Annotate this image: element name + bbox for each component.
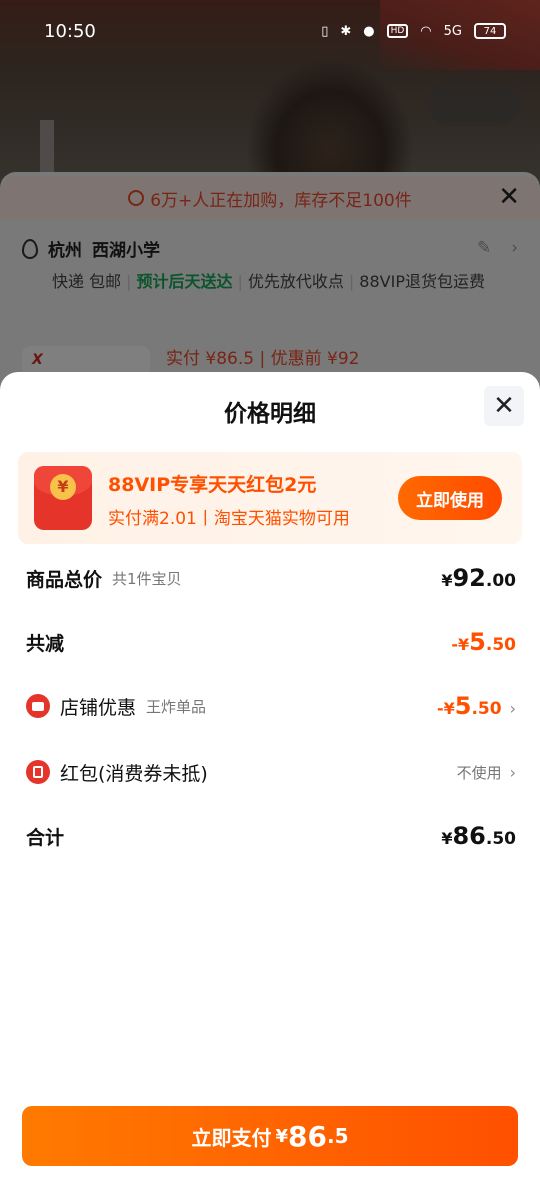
signal-icon: 5G [443,23,462,39]
chevron-right-icon: › [509,699,516,718]
total-price-label: 商品总价 [26,568,103,591]
grand-total-row: 合计 ¥86.50 [26,816,516,856]
grand-total-label: 合计 [26,826,65,849]
shop-discount-row[interactable]: 店铺优惠 王炸单品 -¥ 5.50 › [26,686,516,726]
bluetooth-icon: ✱ [340,23,352,39]
grand-total-value: ¥86.50 [441,822,516,850]
status-icons: ▯ ✱ ● HD ◠ 5G 74 [321,23,506,39]
red-packet-value: 不使用 › [456,762,516,782]
shop-discount-label: 店铺优惠 [60,696,137,719]
vip-coupon-banner[interactable]: ¥ 88VIP专享天天红包2元 实付满2.01丨淘宝天猫实物可用 立即使用 [18,452,522,544]
pay-now-label: 立即支付 [191,1125,272,1150]
item-count: 共1件宝贝 [112,569,182,588]
location-icon: ● [363,23,375,39]
price-detail-sheet: 价格明细 ✕ ¥ 88VIP专享天天红包2元 实付满2.01丨淘宝天猫实物可用 … [0,372,540,1188]
close-icon[interactable]: ✕ [484,386,524,426]
status-time: 10:50 [44,20,96,42]
vip-coupon-subtitle: 实付满2.01丨淘宝天猫实物可用 [108,509,350,529]
chevron-right-icon: › [509,762,516,782]
wifi-icon: ◠ [420,23,432,39]
sheet-title: 价格明细 [224,401,316,427]
total-price-value: ¥92.00 [441,564,516,592]
red-packet-row[interactable]: 红包(消费券未抵) 不使用 › [26,752,516,792]
vip-coupon-title: 88VIP专享天天红包2元 [108,474,317,496]
pay-now-button[interactable]: 立即支付 ¥86.5 [22,1106,518,1166]
battery-icon: 74 [474,23,506,39]
shop-discount-value: -¥ 5.50 › [436,692,516,720]
shop-icon [26,694,50,718]
vibrate-icon: ▯ [321,23,329,39]
red-packet-small-icon [26,760,50,784]
total-reduction-row: 共减 -¥ 5.50 [26,622,516,662]
shop-discount-sub: 王炸单品 [146,697,207,716]
status-bar: 10:50 ▯ ✱ ● HD ◠ 5G 74 [0,0,540,62]
red-packet-icon: ¥ [34,466,92,530]
total-reduction-label: 共减 [26,632,65,655]
hd-icon: HD [386,24,409,38]
total-reduction-value: -¥ 5.50 [451,628,516,656]
total-price-row: 商品总价 共1件宝贝 ¥92.00 [26,558,516,598]
red-packet-label: 红包(消费券未抵) [60,762,208,785]
use-now-button[interactable]: 立即使用 [398,476,502,520]
